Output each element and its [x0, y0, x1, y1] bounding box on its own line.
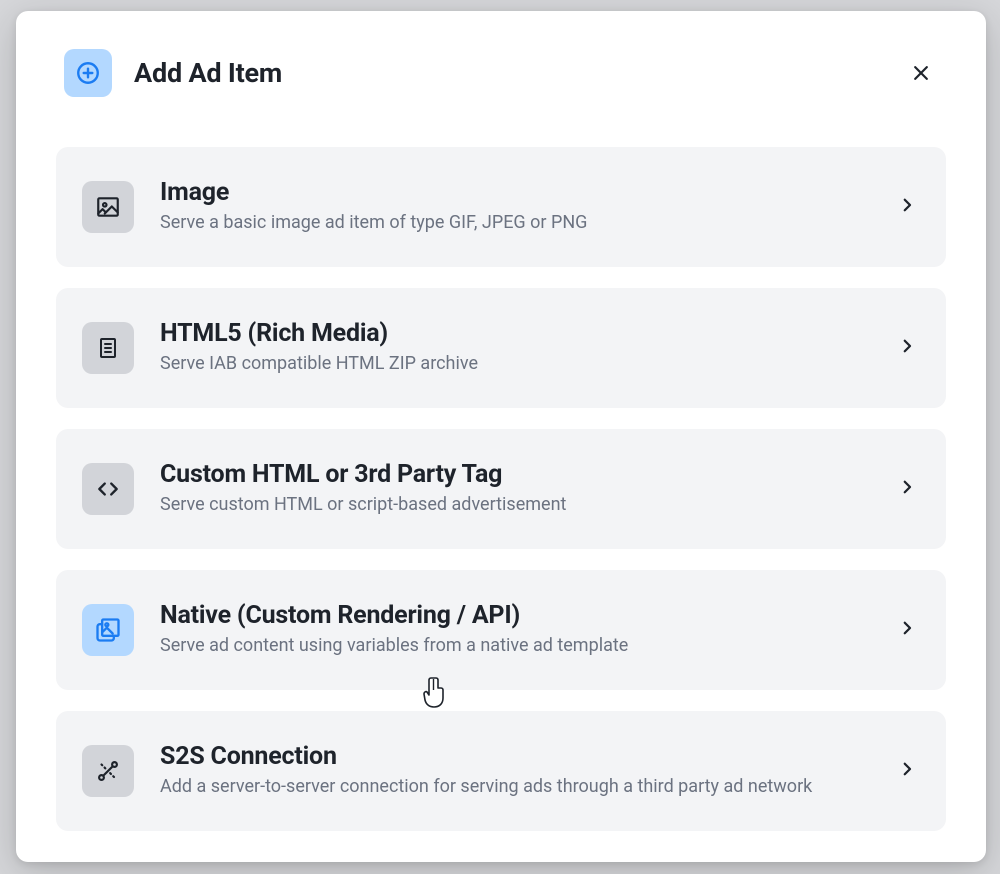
- ad-item-options: Image Serve a basic image ad item of typ…: [56, 147, 946, 831]
- modal-header: Add Ad Item: [56, 49, 946, 97]
- option-s2s[interactable]: S2S Connection Add a server-to-server co…: [56, 711, 946, 831]
- option-title: Image: [160, 178, 880, 207]
- chevron-right-icon: [898, 760, 916, 782]
- close-button[interactable]: [904, 56, 938, 90]
- image-icon: [82, 181, 134, 233]
- option-native[interactable]: Native (Custom Rendering / API) Serve ad…: [56, 570, 946, 690]
- chevron-right-icon: [898, 337, 916, 359]
- connection-icon: [82, 745, 134, 797]
- option-custom-html[interactable]: Custom HTML or 3rd Party Tag Serve custo…: [56, 429, 946, 549]
- chevron-right-icon: [898, 196, 916, 218]
- option-body: Native (Custom Rendering / API) Serve ad…: [160, 601, 880, 658]
- modal-title: Add Ad Item: [134, 57, 904, 89]
- option-desc: Add a server-to-server connection for se…: [160, 775, 880, 799]
- document-icon: [82, 322, 134, 374]
- close-icon: [911, 63, 931, 83]
- option-image[interactable]: Image Serve a basic image ad item of typ…: [56, 147, 946, 267]
- chevron-right-icon: [898, 619, 916, 641]
- option-desc: Serve a basic image ad item of type GIF,…: [160, 211, 880, 235]
- add-ad-item-modal: Add Ad Item Image Serve a basic image ad: [16, 11, 986, 862]
- option-title: Native (Custom Rendering / API): [160, 601, 880, 630]
- option-title: S2S Connection: [160, 742, 880, 771]
- option-title: HTML5 (Rich Media): [160, 319, 880, 348]
- option-desc: Serve custom HTML or script-based advert…: [160, 493, 880, 517]
- option-desc: Serve ad content using variables from a …: [160, 634, 880, 658]
- option-body: Image Serve a basic image ad item of typ…: [160, 178, 880, 235]
- code-icon: [82, 463, 134, 515]
- native-template-icon: [82, 604, 134, 656]
- option-body: Custom HTML or 3rd Party Tag Serve custo…: [160, 460, 880, 517]
- option-body: S2S Connection Add a server-to-server co…: [160, 742, 880, 799]
- option-body: HTML5 (Rich Media) Serve IAB compatible …: [160, 319, 880, 376]
- add-icon: [64, 49, 112, 97]
- option-desc: Serve IAB compatible HTML ZIP archive: [160, 352, 880, 376]
- option-html5[interactable]: HTML5 (Rich Media) Serve IAB compatible …: [56, 288, 946, 408]
- option-title: Custom HTML or 3rd Party Tag: [160, 460, 880, 489]
- chevron-right-icon: [898, 478, 916, 500]
